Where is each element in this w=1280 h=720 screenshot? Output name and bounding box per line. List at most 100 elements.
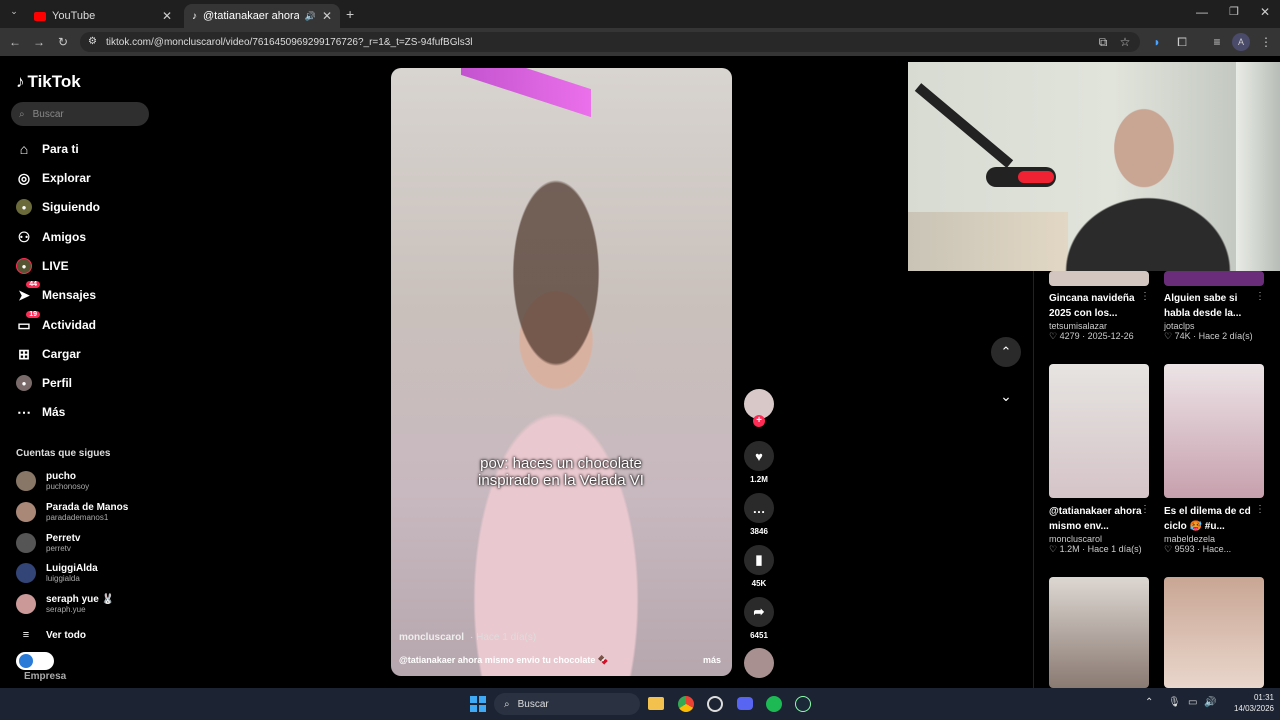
new-tab-button[interactable]: + (346, 6, 354, 22)
related-title: Es el dilema de cd ciclo 🥵 #u... (1164, 506, 1251, 532)
live-icon: ● (16, 258, 32, 274)
list-icon: ≡ (22, 629, 30, 641)
streamer-figure (1048, 82, 1248, 271)
nav-label: Para ti (42, 142, 79, 156)
address-bar[interactable]: ⚙ tiktok.com/@moncluscarol/video/7616450… (80, 32, 1140, 52)
nav-siguiendo[interactable]: ● Siguiendo (16, 195, 156, 219)
start-icon[interactable] (470, 696, 486, 712)
toggle-switch[interactable] (16, 652, 54, 670)
comment-button[interactable]: … 3846 (744, 493, 774, 536)
more-options-icon[interactable]: ⋮ (1255, 504, 1265, 515)
clock[interactable]: 01:31 14/03/2026 (1224, 692, 1274, 714)
following-item[interactable]: pucho puchonosoy (16, 468, 156, 494)
following-name: LuiggiAlda (46, 563, 98, 574)
menu-icon[interactable]: ⋮ (1257, 33, 1275, 51)
tiktok-icon: ♪ (192, 10, 197, 22)
forward-icon[interactable]: → (30, 33, 48, 51)
follow-plus-icon[interactable]: + (753, 415, 765, 427)
steam-icon[interactable] (795, 696, 811, 712)
reload-icon[interactable]: ↻ (54, 33, 72, 51)
activity-badge: 19 (26, 311, 40, 318)
spotify-icon[interactable] (766, 696, 782, 712)
microphone-arm (914, 83, 1014, 168)
nav-perfil[interactable]: ● Perfil (16, 371, 156, 395)
related-author: mabeldezela (1164, 534, 1216, 544)
share-button[interactable]: ➦ 6451 (744, 597, 774, 640)
related-title: @tatianakaer ahora mismo env... (1049, 506, 1142, 532)
taskbar-search-label: Buscar (517, 698, 549, 710)
previous-video-button[interactable]: ⌃ (991, 337, 1021, 367)
following-name: pucho (46, 471, 76, 482)
minimize-button[interactable]: — (1196, 5, 1208, 19)
microphone-icon[interactable]: 🎙 (1168, 697, 1181, 708)
bookmark-star-icon[interactable]: ☆ (1116, 33, 1134, 51)
discord-icon[interactable] (737, 697, 753, 710)
file-explorer-icon[interactable] (648, 697, 664, 710)
following-item[interactable]: LuiggiAlda luiggialda (16, 560, 156, 586)
related-title: Gincana navideña 2025 con los... (1049, 293, 1135, 319)
extension-icon[interactable]: ◗ (1148, 33, 1166, 51)
site-info-icon[interactable]: ⚙ (88, 36, 97, 47)
nav-live[interactable]: ● LIVE (16, 254, 156, 278)
related-date: 2025-12-26 (1087, 331, 1134, 341)
network-icon[interactable]: ▭ (1188, 697, 1197, 708)
close-icon[interactable]: ✕ (162, 9, 172, 23)
volume-icon[interactable]: 🔊 (1204, 697, 1216, 708)
more-options-icon[interactable]: ⋮ (1140, 291, 1150, 302)
following-item[interactable]: Perretv perretv (16, 530, 156, 556)
related-thumbnail[interactable] (1164, 577, 1264, 688)
nav-mensajes[interactable]: ➤ 44 Mensajes (16, 281, 156, 307)
nav-para-ti[interactable]: ⌂ Para ti (16, 137, 156, 161)
following-name: seraph yue 🐰 (46, 594, 115, 605)
tiktok-logo[interactable]: ♪ TikTok (16, 72, 81, 92)
close-window-button[interactable]: ✕ (1260, 5, 1270, 19)
related-thumbnail[interactable] (1049, 271, 1149, 286)
media-control-icon[interactable]: ≡ (1208, 33, 1226, 51)
tab-tiktok[interactable]: ♪ @tatianakaer ahora mismo 🔊 ✕ (184, 4, 340, 28)
author-avatar[interactable]: + (744, 389, 774, 427)
nav-amigos[interactable]: ⚇ Amigos (16, 225, 156, 249)
taskbar-search[interactable]: ⌕ Buscar (494, 693, 640, 715)
likes-count: 1.2M (750, 475, 768, 484)
company-link[interactable]: Empresa (24, 671, 66, 682)
more-options-icon[interactable]: ⋮ (1140, 504, 1150, 515)
nav-cargar[interactable]: ⊞ Cargar (16, 342, 156, 366)
desk (908, 212, 1068, 271)
toggle-knob (19, 654, 33, 668)
avatar (16, 533, 36, 553)
install-app-icon[interactable]: ⧉ (1094, 33, 1112, 51)
browser-tab-bar: ⌄ YouTube ✕ ♪ @tatianakaer ahora mismo 🔊… (0, 0, 1280, 28)
following-item[interactable]: Parada de Manos paradademanos1 (16, 499, 156, 525)
related-thumbnail[interactable] (1164, 271, 1264, 286)
video-author[interactable]: moncluscarol · Hace 1 día(s) (399, 632, 536, 643)
back-icon[interactable]: ← (6, 33, 24, 51)
next-video-button[interactable]: ⌄ (991, 381, 1021, 411)
puzzle-icon[interactable]: ⧠ (1173, 33, 1191, 51)
see-all-label: Ver todo (46, 629, 87, 641)
save-button[interactable]: ▮ 45K (744, 545, 774, 588)
related-thumbnail[interactable] (1164, 364, 1264, 498)
tab-list-button[interactable]: ⌄ (6, 6, 22, 22)
video-player[interactable]: pov: haces un chocolate inspirado en la … (391, 68, 732, 676)
like-button[interactable]: ♥ 1.2M (744, 441, 774, 484)
search-input[interactable]: ⌕ Buscar (11, 102, 149, 126)
related-thumbnail[interactable] (1049, 577, 1149, 688)
avatar[interactable]: A (1232, 33, 1250, 51)
see-all-link[interactable]: ≡ Ver todo (16, 622, 156, 648)
audio-icon[interactable]: 🔊 (305, 11, 316, 22)
close-icon[interactable]: ✕ (322, 9, 332, 23)
following-item[interactable]: seraph yue 🐰 seraph.yue (16, 591, 156, 617)
chrome-icon[interactable] (678, 696, 694, 712)
tray-chevron-icon[interactable]: ⌃ (1145, 697, 1153, 708)
obs-icon[interactable] (707, 696, 723, 712)
nav-mas[interactable]: ⋯ Más (16, 400, 156, 424)
nav-explorar[interactable]: ◎ Explorar (16, 166, 156, 190)
nav-actividad[interactable]: ▭ 19 Actividad (16, 311, 156, 337)
more-options-icon[interactable]: ⋮ (1255, 291, 1265, 302)
related-thumbnail[interactable] (1049, 364, 1149, 498)
tab-youtube[interactable]: YouTube ✕ (26, 4, 180, 28)
more-link[interactable]: más (703, 655, 721, 665)
restore-button[interactable]: ❐ (1229, 5, 1239, 18)
following-title: Cuentas que sigues (16, 448, 111, 459)
sound-avatar[interactable] (744, 648, 774, 682)
